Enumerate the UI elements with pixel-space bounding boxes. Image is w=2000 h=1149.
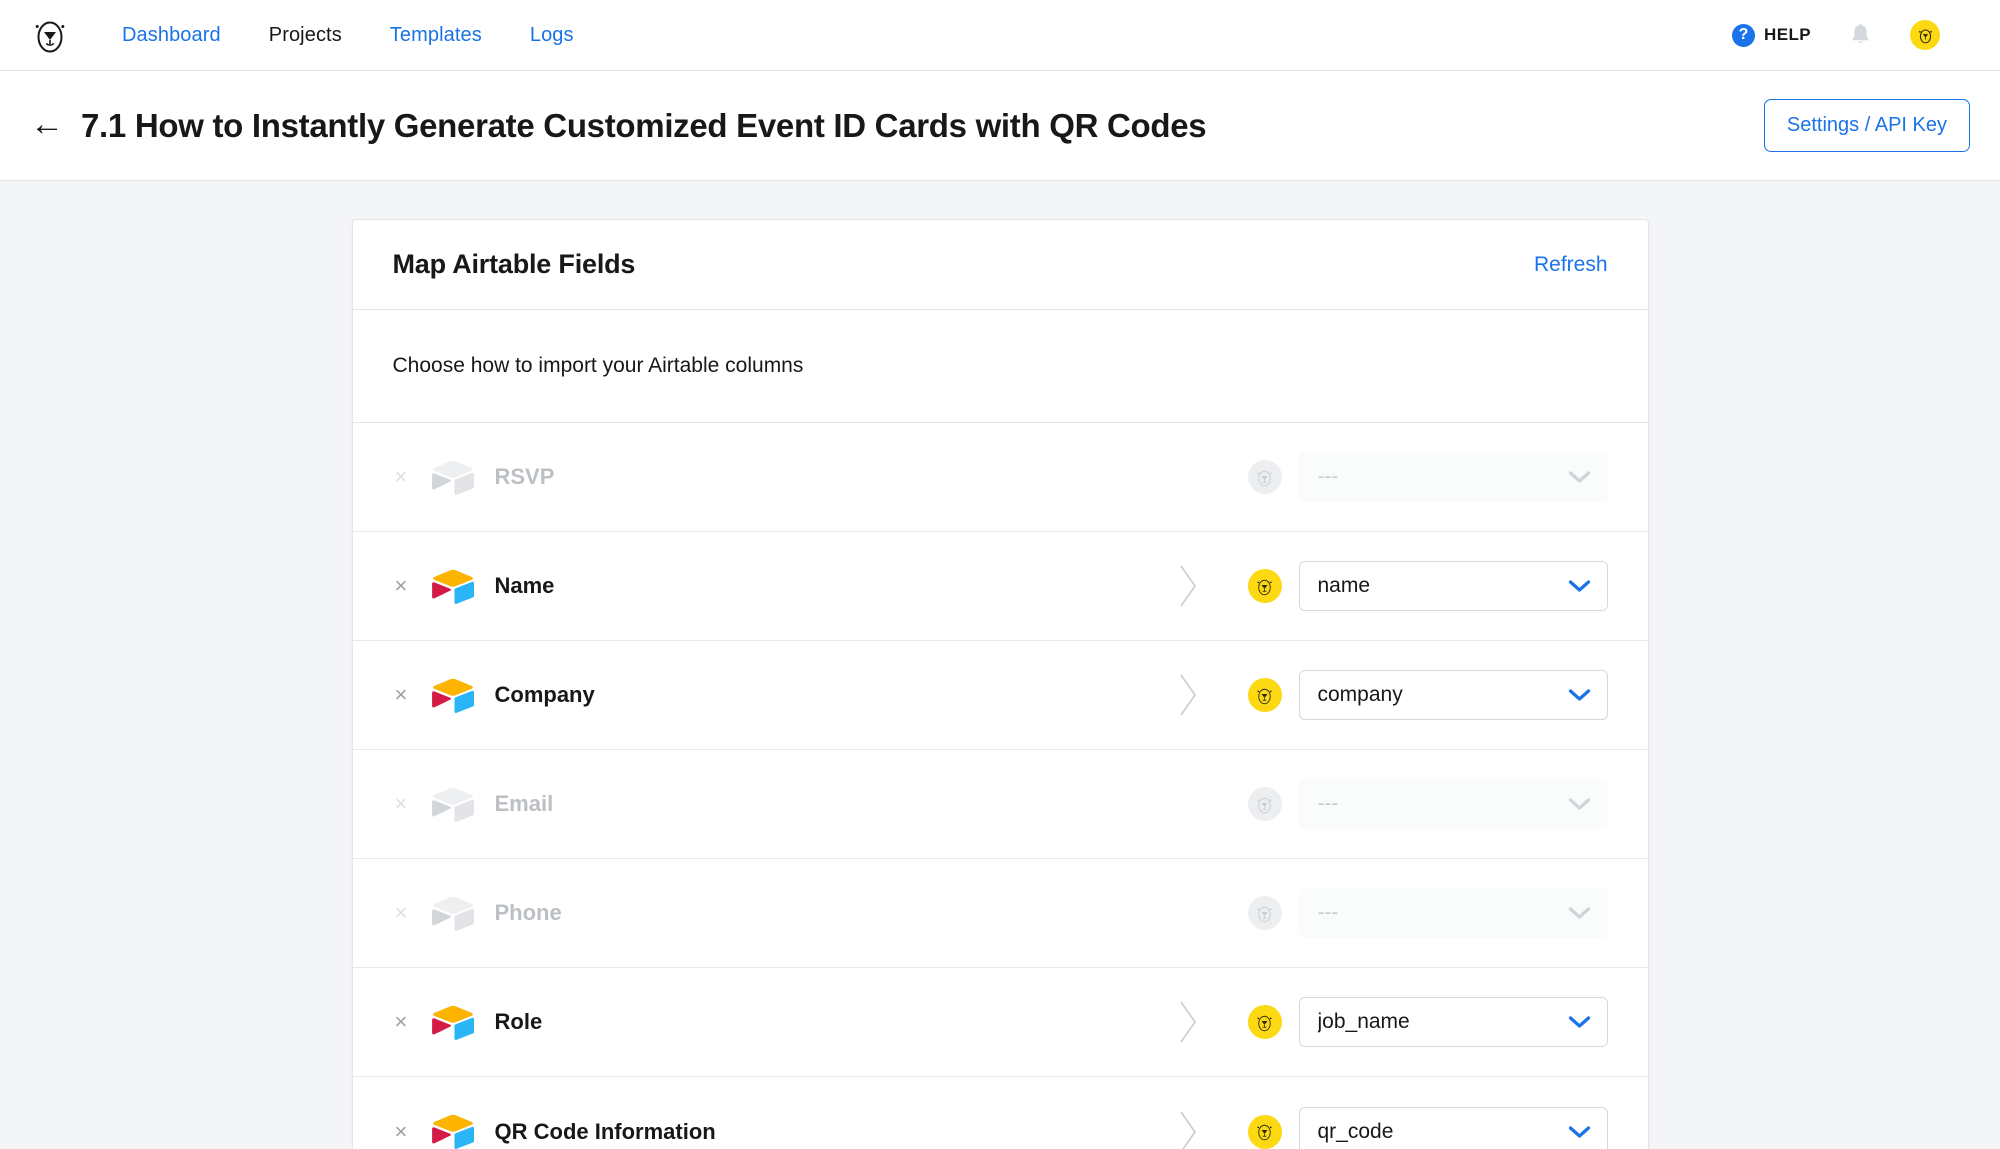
airtable-logo-icon xyxy=(431,786,475,823)
chevron-down-icon xyxy=(1568,1015,1591,1029)
page-title: 7.1 How to Instantly Generate Customized… xyxy=(81,106,1207,144)
destination-field-cell: job_name xyxy=(1247,997,1608,1047)
refresh-link[interactable]: Refresh xyxy=(1534,253,1608,277)
source-field-name: Phone xyxy=(494,900,562,925)
card-subtitle: Choose how to import your Airtable colum… xyxy=(352,310,1648,423)
owl-egg-logo-icon[interactable] xyxy=(30,15,70,55)
source-field-name: Company xyxy=(494,682,595,707)
airtable-logo-icon xyxy=(431,1004,475,1041)
chevron-down-icon xyxy=(1568,579,1591,593)
field-mapping-row: × Role job_name xyxy=(352,968,1648,1077)
airtable-logo-icon xyxy=(431,459,475,496)
close-x-icon: × xyxy=(394,464,408,489)
source-field-name: Role xyxy=(494,1009,543,1034)
close-x-icon[interactable]: × xyxy=(395,684,417,706)
owl-badge-icon xyxy=(1247,678,1282,712)
destination-field-value: --- xyxy=(1317,901,1339,924)
destination-field-select[interactable]: name xyxy=(1298,561,1608,611)
map-airtable-fields-card: Map Airtable Fields Refresh Choose how t… xyxy=(351,219,1649,1149)
destination-field-value: name xyxy=(1317,574,1371,597)
destination-field-cell: --- xyxy=(1247,779,1608,829)
nav-link-projects[interactable]: Projects xyxy=(245,16,366,55)
settings-api-key-button[interactable]: Settings / API Key xyxy=(1763,99,1970,152)
owl-badge-icon xyxy=(1247,787,1282,821)
help-button[interactable]: ? HELP xyxy=(1732,23,1811,47)
field-mapping-list: × RSVP --- × Name name × Company company × Email --… xyxy=(352,423,1648,1149)
back-arrow-icon[interactable]: ← xyxy=(30,107,64,141)
close-x-icon[interactable]: × xyxy=(395,1011,417,1033)
chevron-down-icon xyxy=(1568,1125,1591,1139)
question-mark-icon: ? xyxy=(1732,23,1756,47)
destination-field-value: --- xyxy=(1317,465,1339,488)
chevron-down-icon xyxy=(1568,797,1591,811)
destination-field-select: --- xyxy=(1298,888,1608,938)
page-header-bar: ← 7.1 How to Instantly Generate Customiz… xyxy=(0,71,2000,181)
field-mapping-row: × RSVP --- xyxy=(352,423,1648,532)
destination-field-cell: company xyxy=(1247,670,1608,720)
destination-field-select: --- xyxy=(1298,779,1608,829)
mapping-arrow xyxy=(1128,672,1248,718)
mapping-arrow xyxy=(1128,999,1248,1045)
field-mapping-row: × Email --- xyxy=(352,750,1648,859)
nav-link-dashboard[interactable]: Dashboard xyxy=(98,16,245,55)
field-mapping-row: × Name name xyxy=(352,532,1648,641)
source-field-name: RSVP xyxy=(494,464,555,489)
field-mapping-row: × QR Code Information qr_code xyxy=(353,1077,1648,1149)
nav-link-logs[interactable]: Logs xyxy=(506,16,598,55)
destination-field-value: company xyxy=(1317,683,1403,706)
destination-field-select[interactable]: qr_code xyxy=(1298,1106,1608,1149)
field-mapping-row: × Phone --- xyxy=(352,859,1648,968)
nav-link-templates[interactable]: Templates xyxy=(366,16,506,55)
destination-field-select[interactable]: company xyxy=(1298,670,1608,720)
top-navigation-bar: Dashboard Projects Templates Logs ? HELP xyxy=(0,0,2000,71)
owl-badge-icon xyxy=(1247,569,1282,603)
primary-nav-links: Dashboard Projects Templates Logs xyxy=(98,16,598,55)
field-mapping-row: × Company company xyxy=(352,641,1648,750)
source-field-name: Name xyxy=(494,573,555,598)
card-title: Map Airtable Fields xyxy=(392,249,636,279)
help-label: HELP xyxy=(1764,25,1811,44)
owl-badge-icon xyxy=(1247,1005,1282,1039)
owl-badge-icon xyxy=(1247,1114,1282,1149)
chevron-down-icon xyxy=(1568,470,1591,484)
card-header: Map Airtable Fields Refresh xyxy=(352,220,1648,310)
owl-badge-icon xyxy=(1247,896,1282,930)
destination-field-select[interactable]: job_name xyxy=(1298,997,1608,1047)
destination-field-cell: --- xyxy=(1247,452,1608,502)
destination-field-select: --- xyxy=(1298,452,1608,502)
nav-right-actions: ? HELP xyxy=(1732,20,1970,50)
source-field-name: QR Code Information xyxy=(494,1118,716,1144)
mapping-arrow xyxy=(1128,563,1248,609)
destination-field-value: job_name xyxy=(1317,1010,1410,1033)
chevron-down-icon xyxy=(1568,688,1591,702)
destination-field-value: --- xyxy=(1317,792,1339,815)
main-content-area: Map Airtable Fields Refresh Choose how t… xyxy=(0,181,2000,1149)
source-field-name: Email xyxy=(494,791,554,816)
destination-field-cell: qr_code xyxy=(1247,1106,1608,1149)
chevron-down-icon xyxy=(1568,906,1591,920)
destination-field-cell: name xyxy=(1247,561,1608,611)
close-x-icon[interactable]: × xyxy=(395,1120,417,1143)
airtable-logo-icon xyxy=(431,568,475,605)
owl-badge-icon xyxy=(1247,460,1282,494)
mapping-arrow xyxy=(1128,1109,1248,1149)
user-avatar[interactable] xyxy=(1910,20,1940,50)
destination-field-value: qr_code xyxy=(1317,1119,1394,1143)
airtable-logo-icon xyxy=(431,895,475,932)
close-x-icon[interactable]: × xyxy=(395,575,417,597)
close-x-icon: × xyxy=(394,900,408,925)
airtable-logo-icon xyxy=(431,677,475,714)
airtable-logo-icon xyxy=(431,1113,475,1149)
notification-bell-icon[interactable] xyxy=(1849,23,1872,48)
close-x-icon: × xyxy=(394,791,408,816)
destination-field-cell: --- xyxy=(1247,888,1608,938)
